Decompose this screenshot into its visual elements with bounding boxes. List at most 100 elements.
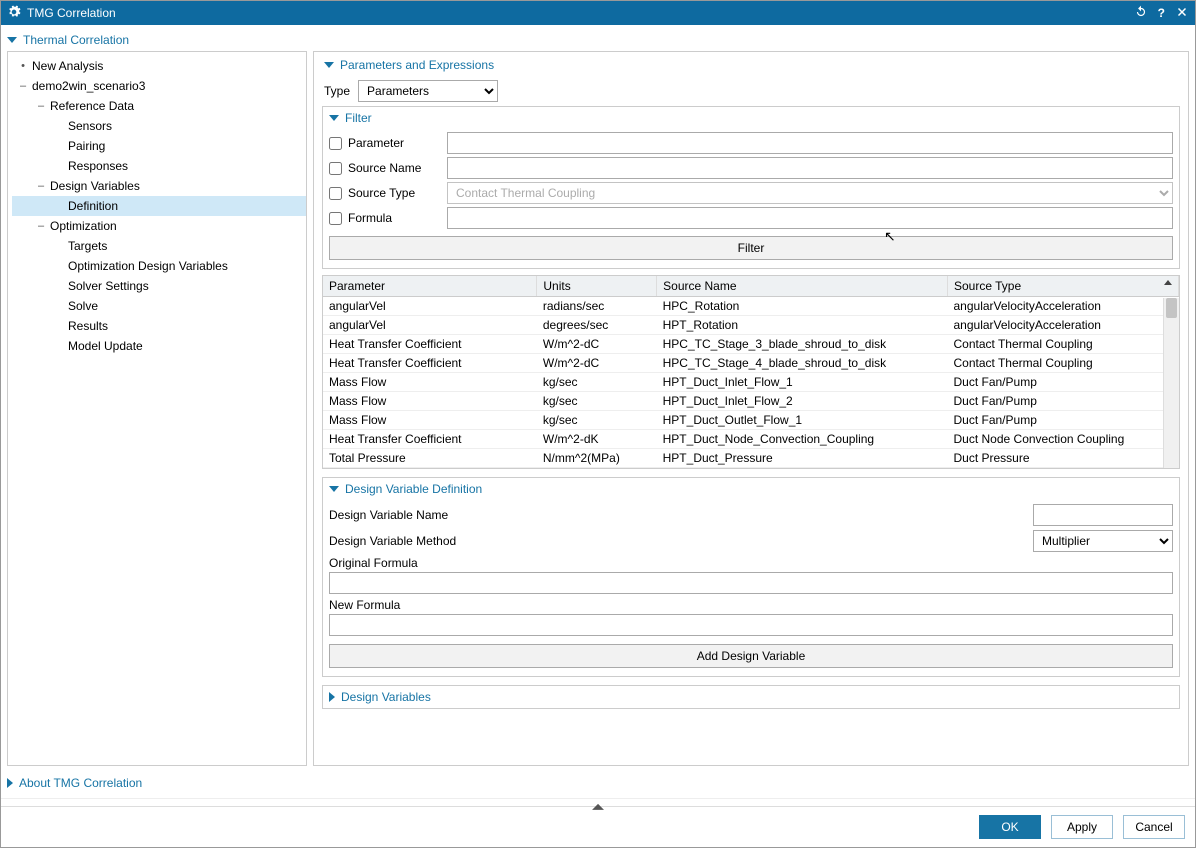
table-cell: Duct Pressure	[948, 449, 1179, 468]
table-cell: HPC_TC_Stage_3_blade_shroud_to_disk	[657, 335, 948, 354]
table-cell: Mass Flow	[323, 392, 537, 411]
table-header[interactable]: Units	[537, 276, 657, 297]
table-cell: Contact Thermal Coupling	[948, 335, 1179, 354]
table-row[interactable]: Heat Transfer CoefficientW/m^2-dCHPC_TC_…	[323, 354, 1179, 373]
filter-button[interactable]: Filter	[329, 236, 1173, 260]
tree-item[interactable]: Pairing	[12, 136, 306, 156]
tree-item[interactable]: Solver Settings	[12, 276, 306, 296]
cancel-button[interactable]: Cancel	[1123, 815, 1185, 839]
tree-item[interactable]: Responses	[12, 156, 306, 176]
table-cell: angularVelocityAcceleration	[948, 297, 1179, 316]
section-filter[interactable]: Filter	[329, 111, 1173, 129]
table-cell: degrees/sec	[537, 316, 657, 335]
caret-down-icon	[329, 115, 339, 121]
section-dvdef[interactable]: Design Variable Definition	[329, 482, 1173, 500]
tree-item[interactable]: Sensors	[12, 116, 306, 136]
section-label: Thermal Correlation	[23, 33, 129, 47]
filter-formula-checkbox[interactable]	[329, 212, 342, 225]
filter-sourcetype-check[interactable]: Source Type	[329, 186, 439, 200]
filter-sourcename-check[interactable]: Source Name	[329, 161, 439, 175]
bullet-icon[interactable]: •	[16, 60, 30, 72]
orig-formula-input	[329, 572, 1173, 594]
table-row[interactable]: angularVelradians/secHPC_Rotationangular…	[323, 297, 1179, 316]
tree-item[interactable]: Optimization Design Variables	[12, 256, 306, 276]
filter-sourcetype-select[interactable]: Contact Thermal Coupling	[447, 182, 1173, 204]
dv-method-label: Design Variable Method	[329, 534, 1025, 548]
section-design-variables[interactable]: Design Variables	[322, 685, 1180, 709]
filter-parameter-checkbox[interactable]	[329, 137, 342, 150]
tree-item-label: New Analysis	[30, 59, 103, 73]
dv-method-select[interactable]: Multiplier	[1033, 530, 1173, 552]
tree-item[interactable]: Model Update	[12, 336, 306, 356]
collapse-icon[interactable]: –	[34, 220, 48, 232]
tree-item[interactable]: –Optimization	[12, 216, 306, 236]
help-icon[interactable]: ?	[1158, 6, 1165, 20]
table-header[interactable]: Source Type	[948, 276, 1179, 297]
tree-item[interactable]: Targets	[12, 236, 306, 256]
filter-sourcename-checkbox[interactable]	[329, 162, 342, 175]
filter-parameter-check[interactable]: Parameter	[329, 136, 439, 150]
scrollbar-thumb[interactable]	[1166, 298, 1177, 318]
design-variable-definition: Design Variable Definition Design Variab…	[322, 477, 1180, 677]
table-cell: Heat Transfer Coefficient	[323, 335, 537, 354]
table-row[interactable]: Mass Flowkg/secHPT_Duct_Inlet_Flow_1Duct…	[323, 373, 1179, 392]
close-icon[interactable]	[1175, 5, 1189, 22]
table-cell: kg/sec	[537, 373, 657, 392]
new-formula-label: New Formula	[329, 598, 1173, 612]
filter-parameter-input[interactable]	[447, 132, 1173, 154]
tree-item[interactable]: Solve	[12, 296, 306, 316]
table-scrollbar[interactable]	[1163, 298, 1179, 468]
table-row[interactable]: Total PressureN/mm^2(MPa)HPT_Duct_Pressu…	[323, 449, 1179, 468]
section-about[interactable]: About TMG Correlation	[7, 772, 1189, 794]
table-row[interactable]: Mass Flowkg/secHPT_Duct_Inlet_Flow_2Duct…	[323, 392, 1179, 411]
tree-item[interactable]: –demo2win_scenario3	[12, 76, 306, 96]
tree-item-label: Targets	[66, 239, 107, 253]
caret-down-icon	[324, 62, 334, 68]
section-label: Design Variables	[341, 690, 431, 704]
filter-formula-input[interactable]	[447, 207, 1173, 229]
filter-sourcetype-checkbox[interactable]	[329, 187, 342, 200]
tree-item-label: Solve	[66, 299, 98, 313]
add-design-variable-button[interactable]: Add Design Variable	[329, 644, 1173, 668]
table-row[interactable]: angularVeldegrees/secHPT_Rotationangular…	[323, 316, 1179, 335]
dv-name-label: Design Variable Name	[329, 508, 1025, 522]
resize-grip[interactable]: ▴	[1, 798, 1195, 806]
filter-formula-check[interactable]: Formula	[329, 211, 439, 225]
collapse-icon[interactable]: –	[16, 80, 30, 92]
type-select[interactable]: Parameters	[358, 80, 498, 102]
tree-item-label: Optimization	[48, 219, 117, 233]
table-row[interactable]: Heat Transfer CoefficientW/m^2-dCHPC_TC_…	[323, 335, 1179, 354]
table-cell: HPT_Duct_Outlet_Flow_1	[657, 411, 948, 430]
tree-item-label: Solver Settings	[66, 279, 149, 293]
table-cell: Contact Thermal Coupling	[948, 354, 1179, 373]
reset-icon[interactable]	[1134, 5, 1148, 22]
table-header[interactable]: Source Name	[657, 276, 948, 297]
tree-item[interactable]: –Reference Data	[12, 96, 306, 116]
tree-item-label: Optimization Design Variables	[66, 259, 228, 273]
table-row[interactable]: Mass Flowkg/secHPT_Duct_Outlet_Flow_1Duc…	[323, 411, 1179, 430]
tree-item[interactable]: •New Analysis	[12, 56, 306, 76]
tree-item[interactable]: Definition	[12, 196, 306, 216]
dialog-title: TMG Correlation	[27, 6, 116, 20]
apply-button[interactable]: Apply	[1051, 815, 1113, 839]
table-cell: HPT_Rotation	[657, 316, 948, 335]
table-header[interactable]: Parameter	[323, 276, 537, 297]
table-cell: Mass Flow	[323, 411, 537, 430]
collapse-icon[interactable]: –	[34, 100, 48, 112]
tree-item[interactable]: Results	[12, 316, 306, 336]
filter-sourcename-input[interactable]	[447, 157, 1173, 179]
collapse-icon[interactable]: –	[34, 180, 48, 192]
table-row[interactable]: Heat Transfer CoefficientW/m^2-dKHPT_Duc…	[323, 430, 1179, 449]
ok-button[interactable]: OK	[979, 815, 1041, 839]
nav-tree: •New Analysis–demo2win_scenario3–Referen…	[7, 51, 307, 766]
section-parameters-expressions[interactable]: Parameters and Expressions	[316, 54, 1186, 76]
table-cell: angularVel	[323, 316, 537, 335]
tree-item-label: Sensors	[66, 119, 112, 133]
table-cell: HPC_Rotation	[657, 297, 948, 316]
dv-name-input[interactable]	[1033, 504, 1173, 526]
tree-item-label: Design Variables	[48, 179, 140, 193]
tree-item[interactable]: –Design Variables	[12, 176, 306, 196]
table-cell: HPT_Duct_Pressure	[657, 449, 948, 468]
section-thermal-correlation[interactable]: Thermal Correlation	[7, 29, 1189, 51]
caret-down-icon	[7, 37, 17, 43]
